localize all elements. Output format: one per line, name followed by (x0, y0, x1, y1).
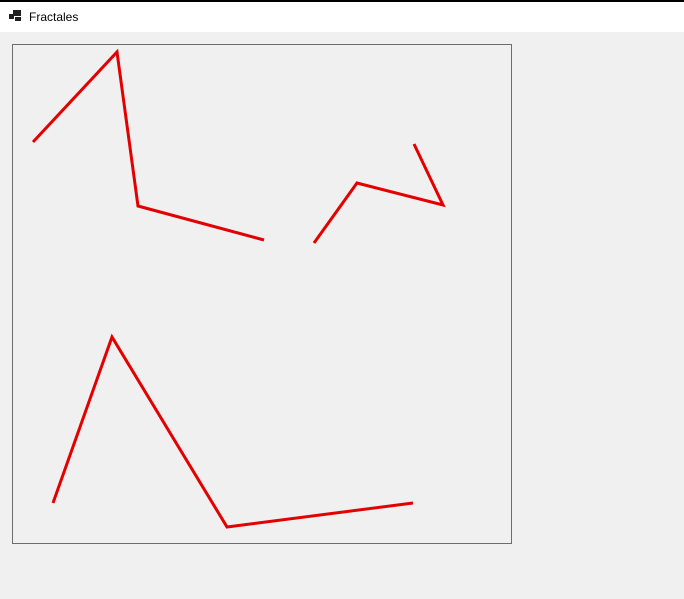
window-title: Fractales (29, 10, 79, 24)
fractal-polyline-2 (312, 143, 446, 244)
fractal-polyline-3 (51, 333, 414, 529)
fractal-drawing (31, 48, 446, 529)
application-window: Fractales (0, 0, 684, 599)
title-bar[interactable]: Fractales (0, 2, 684, 32)
app-window-icon (9, 10, 21, 22)
drawing-canvas[interactable] (12, 44, 512, 544)
fractal-polyline-1 (31, 48, 265, 242)
